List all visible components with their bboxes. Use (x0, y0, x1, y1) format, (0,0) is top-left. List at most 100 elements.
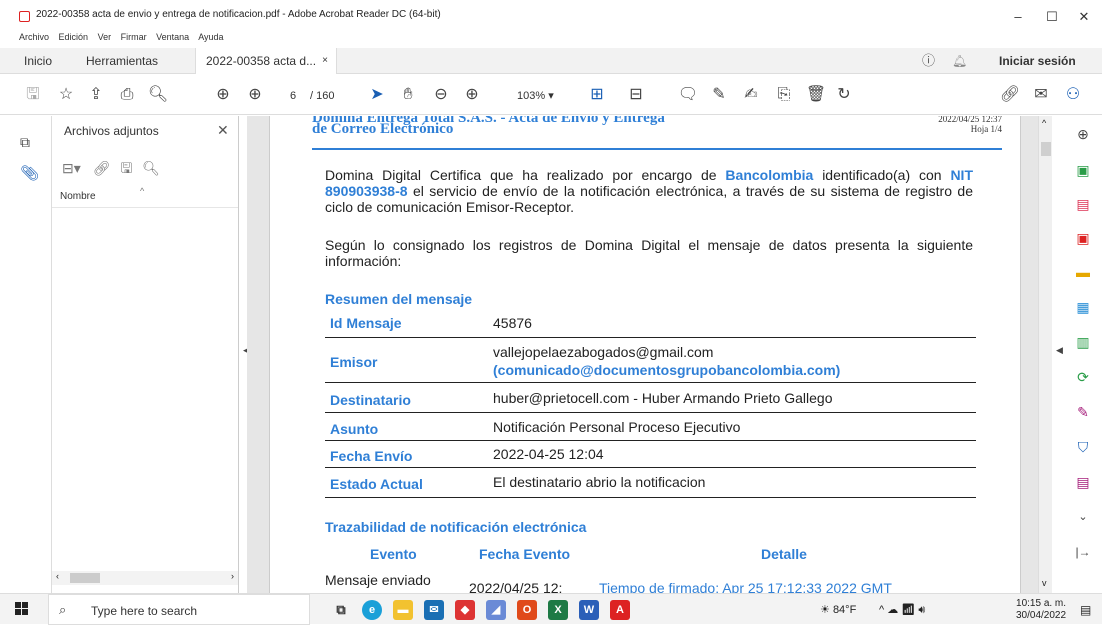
save-icon[interactable]: 🖫 (22, 84, 44, 106)
zoom-tool-icon[interactable]: ⊕ (1073, 124, 1093, 144)
select-pointer-icon[interactable]: ➤ (366, 84, 388, 106)
print-icon[interactable]: ⎙ (116, 84, 138, 106)
scroll-down-icon[interactable]: v (1042, 578, 1047, 588)
export-pdf-icon[interactable]: ▣ (1073, 160, 1093, 180)
email-icon[interactable]: ✉ (1030, 84, 1052, 106)
expand-right-panel-icon[interactable]: ◀ (1056, 345, 1063, 356)
windows-start-icon[interactable] (15, 602, 29, 616)
task-view-icon[interactable]: ⧉ (331, 600, 351, 620)
scroll-mode-icon[interactable]: ⊟ (625, 84, 647, 106)
rotate-icon[interactable]: ↻ (833, 84, 855, 106)
right-tools-rail: ⊕ ▣ ▤ ▣ ▬ ▦ ▥ ⟳ ✎ ⛉ ▤ ⌄ |→ (1064, 116, 1102, 593)
menu-ventana[interactable]: Ventana (156, 32, 189, 42)
app-icon[interactable]: ◢ (486, 600, 506, 620)
combine-files-icon[interactable]: ▥ (1073, 332, 1093, 352)
volume-icon[interactable]: 🔊︎ (918, 604, 925, 616)
minimize-button[interactable]: – (1000, 6, 1036, 28)
menu-firmar[interactable]: Firmar (121, 32, 147, 42)
brave-browser-icon[interactable]: ◆ (455, 600, 475, 620)
scroll-left-icon[interactable]: ‹ (56, 571, 59, 581)
attachments-panel: Archivos adjuntos ✕ ⊟▾ 🔗︎ 🖫 🔍︎ Nombre ^ … (52, 116, 239, 593)
next-page-icon[interactable]: ⊕ (244, 84, 266, 106)
tab-document[interactable]: 2022-00358 acta d... × (195, 48, 337, 74)
attachments-column-header[interactable]: Nombre ^ (52, 186, 238, 208)
search-zoom-icon[interactable]: 🔍︎ (147, 84, 169, 106)
word-icon[interactable]: W (579, 600, 599, 620)
share-stamp-icon[interactable]: ⎘ (773, 84, 795, 106)
request-signature-icon[interactable]: ▤ (1073, 472, 1093, 492)
comment-icon[interactable]: 🗨︎ (677, 84, 699, 106)
excel-icon[interactable]: X (548, 600, 568, 620)
scroll-thumb[interactable] (70, 573, 100, 583)
attachment-paperclip-icon[interactable]: 📎︎ (20, 164, 39, 182)
menu-ayuda[interactable]: Ayuda (198, 32, 223, 42)
notifications-bell-icon[interactable]: 🔔︎ (952, 48, 967, 74)
zoom-value: 103% (517, 90, 546, 102)
row-value: 2022-04-25 12:04 (493, 446, 604, 462)
edit-pdf-icon[interactable]: ▦ (1073, 297, 1093, 317)
menu-ver[interactable]: Ver (98, 32, 112, 42)
search-attachment-icon[interactable]: 🔍︎ (142, 160, 160, 176)
zoom-out-icon[interactable]: ⊖ (430, 84, 452, 106)
create-pdf-icon[interactable]: ▣ (1073, 228, 1093, 248)
document-vertical-scrollbar[interactable]: ^ v (1038, 116, 1052, 593)
trace-date: 2022/04/25 12: (469, 580, 563, 593)
menu-edicion[interactable]: Edición (59, 32, 89, 42)
delete-icon[interactable]: 🗑︎ (805, 84, 827, 106)
comment-tool-icon[interactable]: ▬ (1073, 262, 1093, 282)
link-icon[interactable]: 🔗︎ (999, 84, 1021, 106)
trace-title: Trazabilidad de notificación electrónica (325, 519, 587, 535)
save-attachment-icon[interactable]: 🖫 (120, 160, 132, 176)
maximize-button[interactable]: ☐ (1034, 6, 1070, 28)
weather-widget[interactable]: ☀ 84°F (820, 603, 856, 616)
scroll-thumb[interactable] (1041, 142, 1051, 156)
scan-ocr-icon[interactable]: ⟳ (1073, 367, 1093, 387)
tab-home[interactable]: Inicio (24, 48, 52, 74)
protect-icon[interactable]: ⛉ (1073, 437, 1093, 457)
document-viewer: Domina Entrega Total S.A.S. - Acta de En… (247, 116, 1050, 593)
page-number-input[interactable]: 6 (279, 87, 307, 105)
edge-browser-icon[interactable]: e (362, 600, 382, 620)
mail-icon[interactable]: ✉ (424, 600, 444, 620)
fill-sign-icon[interactable]: ✎ (1073, 402, 1093, 422)
scroll-up-icon[interactable]: ^ (1042, 118, 1046, 128)
summary-title: Resumen del mensaje (325, 291, 473, 307)
bookmark-star-icon[interactable]: ☆ (55, 84, 77, 106)
collapse-rail-icon[interactable]: |→ (1073, 542, 1093, 562)
cloud-icon[interactable]: ☁ (887, 604, 898, 616)
hand-tool-icon[interactable]: ✋︎ (397, 84, 419, 106)
fit-page-icon[interactable]: ⊞ (586, 84, 608, 106)
highlight-pen-icon[interactable]: ✎ (708, 84, 730, 106)
tab-tools[interactable]: Herramientas (86, 48, 158, 74)
close-window-button[interactable]: ✕ (1066, 6, 1102, 28)
show-hidden-icons-icon[interactable]: ^ (879, 604, 884, 616)
panel-title: Archivos adjuntos (64, 124, 159, 138)
sign-icon[interactable]: ✍︎ (740, 84, 762, 106)
network-wifi-icon[interactable]: 📶︎ (901, 604, 915, 616)
intro-paragraph: Domina Digital Certifica que ha realizad… (325, 167, 973, 215)
office-icon[interactable]: O (517, 600, 537, 620)
organize-pages-icon[interactable]: ▤ (1073, 194, 1093, 214)
scroll-right-icon[interactable]: › (231, 571, 234, 581)
row-value: 45876 (493, 315, 532, 331)
more-tools-chevron-icon[interactable]: ⌄ (1073, 507, 1093, 527)
accessibility-icon[interactable]: ⚇ (1062, 84, 1084, 106)
upload-share-icon[interactable]: ⇪ (85, 84, 107, 106)
help-icon[interactable]: ⓘ (922, 48, 935, 74)
tab-close-icon[interactable]: × (322, 48, 328, 74)
panel-horizontal-scrollbar[interactable]: ‹ › (52, 571, 238, 585)
panel-close-icon[interactable]: ✕ (217, 122, 229, 139)
taskbar-clock[interactable]: 10:15 a. m. 30/04/2022 (1016, 598, 1066, 622)
pages-thumbnail-icon[interactable]: ⧉ (20, 134, 30, 151)
zoom-in-icon[interactable]: ⊕ (461, 84, 483, 106)
menu-archivo[interactable]: Archivo (19, 32, 49, 42)
add-attachment-icon[interactable]: 🔗︎ (93, 160, 111, 176)
acrobat-taskbar-icon[interactable]: A (610, 600, 630, 620)
taskbar-search-box[interactable]: ⌕ Type here to search (48, 594, 310, 625)
file-explorer-icon[interactable]: ▬ (393, 600, 413, 620)
options-menu-icon[interactable]: ⊟▾ (62, 160, 81, 176)
notifications-icon[interactable]: ▤ (1080, 603, 1091, 617)
signin-button[interactable]: Iniciar sesión (999, 48, 1076, 74)
zoom-select[interactable]: 103% ▾ (517, 87, 554, 105)
previous-page-icon[interactable]: ⊕ (212, 84, 234, 106)
